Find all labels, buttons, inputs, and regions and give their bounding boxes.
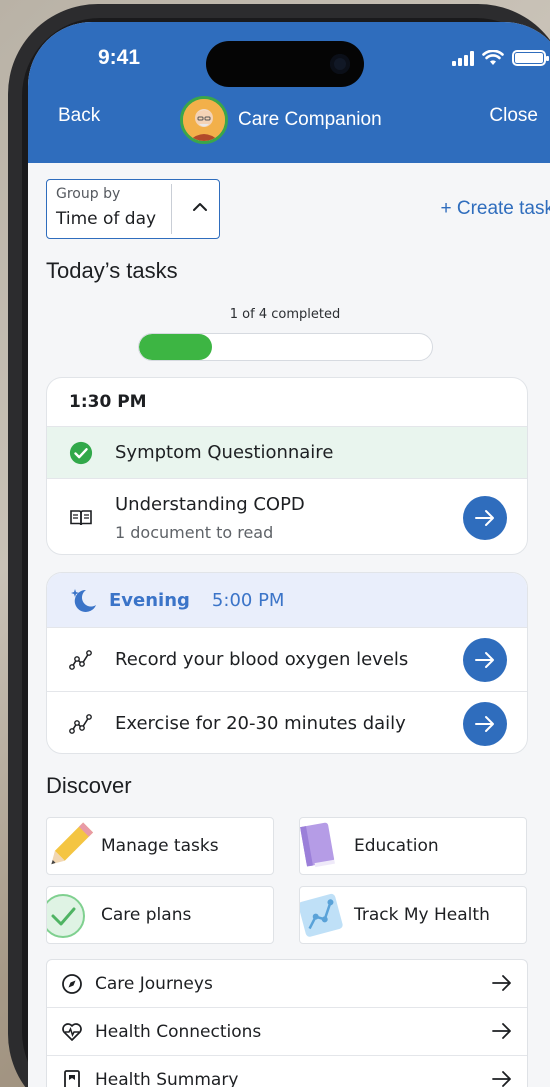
back-button[interactable]: Back xyxy=(58,105,100,127)
progress-bar xyxy=(138,333,433,361)
task-group-time: 1:30 PM xyxy=(69,392,147,412)
header-title-group: Care Companion xyxy=(180,96,382,144)
tile-label: Track My Health xyxy=(354,905,490,925)
trend-line-icon xyxy=(69,648,93,672)
tile-label: Care plans xyxy=(101,905,192,925)
evening-label: Evening xyxy=(109,589,190,611)
open-book-icon xyxy=(69,506,93,530)
afternoon-task-card: 1:30 PM Symptom Questionnaire Understand… xyxy=(46,377,528,555)
top-bar: 9:41 Back Care Companion Close xyxy=(28,22,550,163)
dynamic-island xyxy=(206,41,364,87)
arrow-right-icon xyxy=(492,1071,511,1087)
camera-icon xyxy=(330,54,350,74)
discover-title: Discover xyxy=(46,773,132,798)
close-button[interactable]: Close xyxy=(489,105,538,127)
discover-tile-track-my-health[interactable]: Track My Health xyxy=(299,886,527,944)
tile-label: Manage tasks xyxy=(101,836,219,856)
task-label: Understanding COPD xyxy=(115,493,305,515)
wifi-icon xyxy=(482,50,504,65)
arrow-right-icon xyxy=(475,651,494,668)
task-label: Record your blood oxygen levels xyxy=(115,649,409,670)
avatar xyxy=(180,96,228,144)
check-circle-icon xyxy=(47,894,85,938)
arrow-right-icon xyxy=(475,715,494,732)
pencil-icon xyxy=(51,822,94,865)
link-label: Health Connections xyxy=(95,1021,262,1042)
chart-icon xyxy=(300,893,343,937)
open-task-button[interactable] xyxy=(463,701,507,746)
task-label: Exercise for 20-30 minutes daily xyxy=(115,713,406,734)
group-by-label: Group by xyxy=(56,186,121,202)
link-health-connections[interactable]: Health Connections xyxy=(47,1008,527,1056)
discover-tile-education[interactable]: Education xyxy=(299,817,527,875)
progress-bar-fill xyxy=(139,334,213,360)
task-text-group: Understanding COPD 1 document to read xyxy=(115,494,305,542)
task-row-symptom-questionnaire[interactable]: Symptom Questionnaire xyxy=(47,426,527,478)
compass-icon xyxy=(61,973,83,995)
evening-header: Evening 5:00 PM xyxy=(47,573,527,627)
task-label: Symptom Questionnaire xyxy=(115,442,334,463)
open-task-button[interactable] xyxy=(463,637,507,682)
todays-tasks-title: Today’s tasks xyxy=(46,258,178,283)
tile-label: Education xyxy=(354,836,439,856)
create-task-button[interactable]: + Create task xyxy=(440,198,550,220)
heart-pulse-icon xyxy=(61,1021,83,1043)
arrow-right-icon xyxy=(475,509,494,526)
book-icon xyxy=(300,822,335,868)
document-icon xyxy=(61,1069,83,1087)
evening-time: 5:00 PM xyxy=(211,589,285,611)
task-row-exercise[interactable]: Exercise for 20-30 minutes daily xyxy=(47,691,527,753)
task-sublabel: 1 document to read xyxy=(115,522,274,542)
moon-icon xyxy=(71,589,96,612)
link-health-summary[interactable]: Health Summary xyxy=(47,1056,527,1087)
task-row-blood-oxygen[interactable]: Record your blood oxygen levels xyxy=(47,627,527,691)
status-time: 9:41 xyxy=(98,46,141,69)
link-care-journeys[interactable]: Care Journeys xyxy=(47,960,527,1008)
chevron-up-icon[interactable] xyxy=(189,196,211,218)
progress-label: 1 of 4 completed xyxy=(229,307,341,322)
signal-icon xyxy=(452,50,474,66)
page-title: Care Companion xyxy=(238,109,382,130)
status-icons xyxy=(452,50,549,66)
task-row-understanding-copd[interactable]: Understanding COPD 1 document to read xyxy=(47,478,527,554)
link-label: Health Summary xyxy=(95,1069,239,1087)
battery-icon xyxy=(512,50,549,66)
group-by-value: Time of day xyxy=(56,209,157,229)
group-by-divider xyxy=(171,184,172,234)
link-label: Care Journeys xyxy=(95,973,213,994)
app-screen: 9:41 Back Care Companion Close Group by … xyxy=(28,22,550,1087)
avatar-portrait-icon xyxy=(183,99,225,141)
group-by-select[interactable]: Group by Time of day xyxy=(46,179,220,239)
discover-links-list: Care Journeys Health Connections Health … xyxy=(46,959,528,1087)
arrow-right-icon xyxy=(492,975,511,991)
discover-tile-care-plans[interactable]: Care plans xyxy=(46,886,274,944)
open-task-button[interactable] xyxy=(463,495,507,540)
evening-task-card: Evening 5:00 PM Record your blood oxygen… xyxy=(46,572,528,754)
trend-line-icon xyxy=(69,712,93,736)
arrow-right-icon xyxy=(492,1023,511,1039)
discover-tile-manage-tasks[interactable]: Manage tasks xyxy=(46,817,274,875)
check-circle-icon xyxy=(69,441,93,465)
